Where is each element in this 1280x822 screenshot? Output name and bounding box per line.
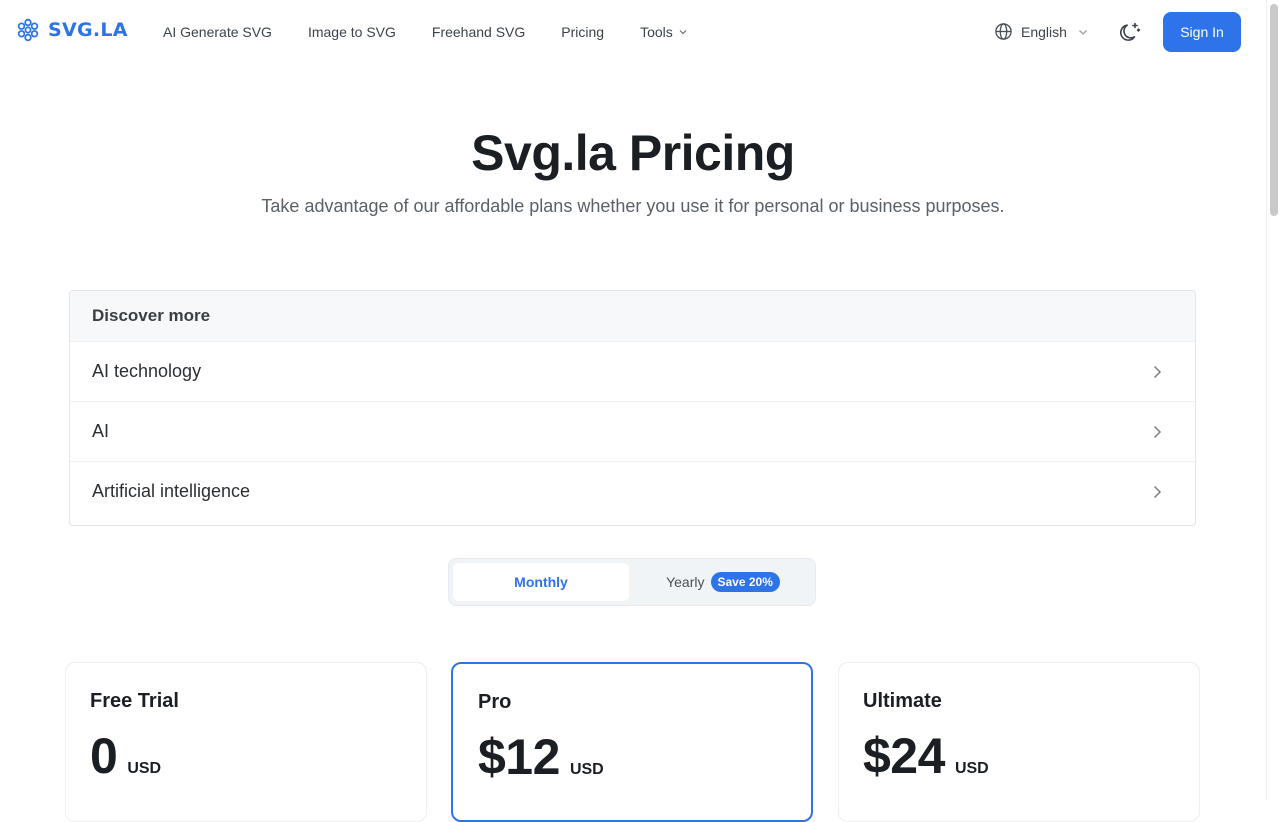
nav-tools[interactable]: Tools <box>640 24 688 40</box>
logo[interactable]: SVG.LA <box>16 18 128 42</box>
plan-currency: USD <box>954 760 989 777</box>
discover-item-label: Artificial intelligence <box>92 481 251 501</box>
plan-currency: USD <box>127 760 162 777</box>
plan-price: 0 USD <box>90 727 161 785</box>
plan-price-value: $24 <box>863 728 945 784</box>
plan-card-pro: Pro $12 USD <box>451 662 813 822</box>
plan-price: $24 USD <box>863 727 989 785</box>
nav-pricing[interactable]: Pricing <box>561 24 604 40</box>
page-title: Svg.la Pricing <box>471 125 795 181</box>
yearly-tab[interactable]: Yearly Save 20% <box>635 563 811 601</box>
page-subtitle: Take advantage of our affordable plans w… <box>261 196 1005 216</box>
top-navbar: SVG.LA AI Generate SVG Image to SVG Free… <box>0 0 1266 64</box>
plan-card-ultimate: Ultimate $24 USD <box>838 662 1200 822</box>
nav-image-to-svg[interactable]: Image to SVG <box>308 24 396 40</box>
plan-currency: USD <box>569 761 604 778</box>
discover-item-label: AI <box>92 421 110 441</box>
chevron-right-icon <box>1153 425 1162 438</box>
chevron-right-icon <box>1153 485 1162 498</box>
discover-more-title: Discover more <box>70 291 1195 341</box>
plan-price: $12 USD <box>478 728 604 786</box>
language-selector[interactable]: English <box>994 22 1089 41</box>
chevron-right-icon <box>1153 365 1162 378</box>
discover-item-ai[interactable]: AI <box>70 401 1195 461</box>
discover-more-panel: Discover more AI technology AI Artificia… <box>69 290 1196 526</box>
discover-item-ai-technology[interactable]: AI technology <box>70 341 1195 401</box>
nav-tools-label: Tools <box>640 24 673 40</box>
plan-card-free-trial: Free Trial 0 USD <box>65 662 427 822</box>
plan-name: Ultimate <box>863 690 942 712</box>
plan-price-value: $12 <box>478 729 560 785</box>
nav-ai-generate-svg[interactable]: AI Generate SVG <box>163 24 272 40</box>
logo-text: SVG.LA <box>48 19 128 41</box>
main-nav: AI Generate SVG Image to SVG Freehand SV… <box>163 0 724 64</box>
chevron-down-icon <box>1078 29 1087 35</box>
yearly-label: Yearly <box>666 574 705 590</box>
discover-item-artificial-intelligence[interactable]: Artificial intelligence <box>70 461 1195 521</box>
language-label: English <box>1021 23 1067 40</box>
chevron-down-icon <box>679 30 687 35</box>
plan-name: Pro <box>478 691 512 713</box>
sign-in-button[interactable]: Sign In <box>1163 12 1241 52</box>
nav-freehand-svg[interactable]: Freehand SVG <box>432 24 525 40</box>
plan-price-value: 0 <box>90 728 118 784</box>
billing-period-toggle: Monthly Yearly Save 20% <box>448 558 816 606</box>
plan-name: Free Trial <box>90 690 179 712</box>
save-badge: Save 20% <box>710 572 780 592</box>
globe-icon <box>995 23 1012 40</box>
scrollbar-thumb[interactable] <box>1270 4 1278 216</box>
moon-icon[interactable] <box>1118 20 1142 44</box>
page-scrollbar[interactable] <box>1266 0 1280 800</box>
monthly-tab[interactable]: Monthly <box>453 563 629 601</box>
logo-icon <box>17 18 39 42</box>
discover-item-label: AI technology <box>92 361 202 381</box>
